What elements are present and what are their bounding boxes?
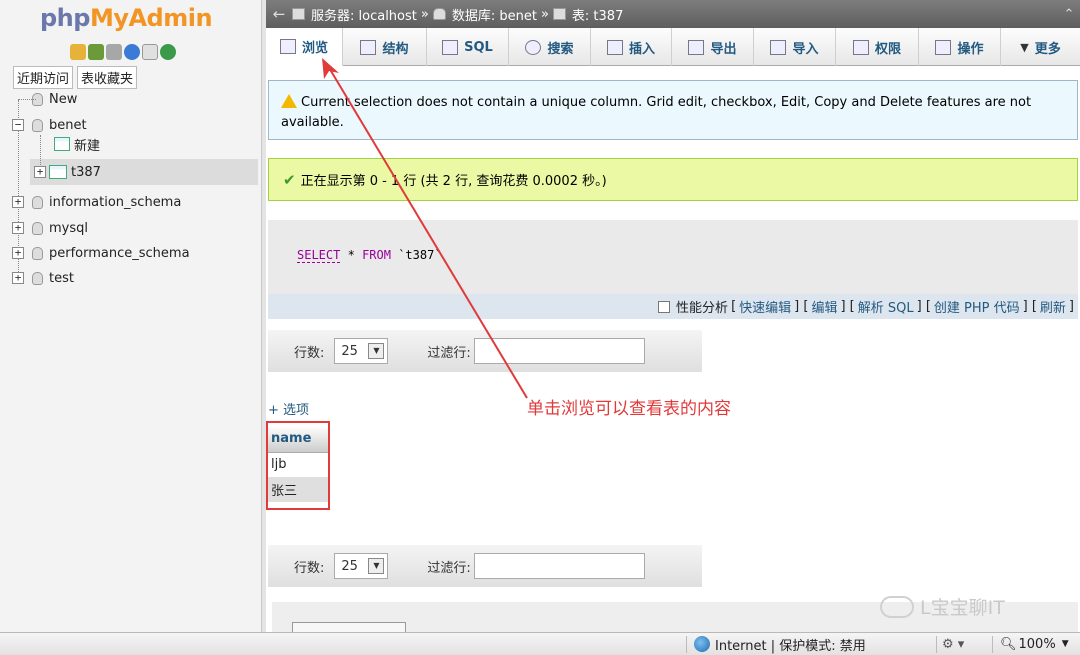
security-zone-text: Internet | 保护模式: 禁用 [715, 638, 866, 654]
watermark-text: L宝宝聊IT [920, 597, 1005, 619]
browser-status-bar: Internet | 保护模式: 禁用 ⚙ ▾ 🔍︎ 100% ▼ [0, 632, 1080, 655]
annotation-arrow [322, 58, 528, 399]
globe-icon [694, 636, 710, 652]
security-zone[interactable]: Internet | 保护模式: 禁用 [694, 635, 866, 654]
zoom-control[interactable]: 🔍︎ 100% ▼ [1000, 637, 1069, 652]
compatibility-icon[interactable]: ⚙ ▾ [942, 637, 964, 652]
wechat-icon [880, 595, 914, 618]
chevron-down-icon: ▼ [1061, 639, 1069, 649]
zoom-icon: 🔍︎ [1000, 636, 1017, 652]
zoom-level: 100% [1018, 636, 1056, 652]
watermark: L宝宝聊IT [880, 593, 1005, 620]
